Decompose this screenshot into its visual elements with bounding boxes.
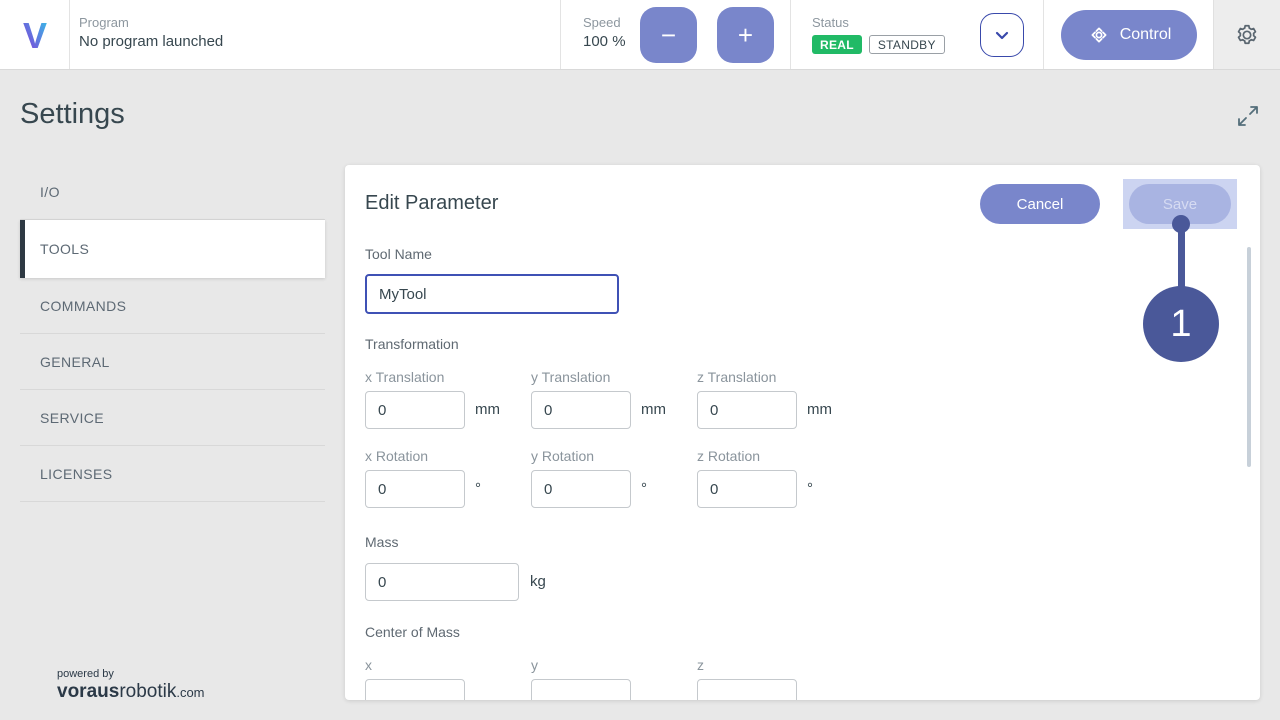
com-z-input[interactable] xyxy=(697,679,797,700)
panel-title: Edit Parameter xyxy=(365,192,498,215)
x-rotation-unit: ° xyxy=(475,480,481,497)
y-translation-label: y Translation xyxy=(531,369,610,385)
y-rotation-label: y Rotation xyxy=(531,448,594,464)
y-rotation-input[interactable] xyxy=(531,470,631,508)
program-status: Program No program launched xyxy=(79,14,223,53)
powered-by-label: powered by xyxy=(57,668,205,681)
x-translation-unit: mm xyxy=(475,401,500,418)
y-translation-unit: mm xyxy=(641,401,666,418)
com-y-label: y xyxy=(531,657,538,673)
fullscreen-toggle-button[interactable] xyxy=(1235,103,1261,129)
chevron-down-icon xyxy=(991,24,1013,46)
status-badge-standby: STANDBY xyxy=(869,35,945,54)
com-z-label: z xyxy=(697,657,704,673)
save-button[interactable]: Save xyxy=(1129,184,1231,224)
settings-gear-button[interactable] xyxy=(1213,0,1280,69)
x-translation-input[interactable] xyxy=(365,391,465,429)
settings-sidebar: I/O TOOLS COMMANDS GENERAL SERVICE LICEN… xyxy=(20,164,325,502)
com-y-input[interactable] xyxy=(531,679,631,700)
sidebar-item-licenses[interactable]: LICENSES xyxy=(20,446,325,502)
program-value: No program launched xyxy=(79,31,223,53)
gear-icon xyxy=(1234,22,1260,48)
program-label: Program xyxy=(79,14,223,31)
status-badge-real: REAL xyxy=(812,35,862,54)
control-button[interactable]: Control xyxy=(1061,10,1197,60)
sidebar-item-service[interactable]: SERVICE xyxy=(20,390,325,446)
edit-parameter-panel: Edit Parameter Cancel Save Tool Name Tra… xyxy=(345,165,1260,700)
sidebar-item-label: GENERAL xyxy=(40,354,110,370)
tool-name-label: Tool Name xyxy=(365,246,432,262)
top-toolbar: V Program No program launched Speed 100 … xyxy=(0,0,1280,70)
sidebar-item-commands[interactable]: COMMANDS xyxy=(20,278,325,334)
toolbar-divider xyxy=(560,0,561,69)
status-expand-button[interactable] xyxy=(980,13,1024,57)
z-rotation-unit: ° xyxy=(807,480,813,497)
mass-label: Mass xyxy=(365,534,398,550)
y-translation-input[interactable] xyxy=(531,391,631,429)
selected-indicator-bar xyxy=(20,220,25,278)
x-translation-label: x Translation xyxy=(365,369,444,385)
brand-name-bold: voraus xyxy=(57,681,119,702)
transformation-label: Transformation xyxy=(365,336,459,352)
sidebar-item-tools[interactable]: TOOLS xyxy=(20,220,325,278)
y-rotation-unit: ° xyxy=(641,480,647,497)
sidebar-item-io[interactable]: I/O xyxy=(20,164,325,220)
app-logo: V xyxy=(0,0,70,69)
sidebar-item-label: COMMANDS xyxy=(40,298,126,314)
powered-by-brand: powered by vorausrobotik.com xyxy=(57,668,205,703)
voraus-logo-icon: V xyxy=(15,15,55,55)
brand-name-regular: robotik xyxy=(119,681,176,702)
z-translation-label: z Translation xyxy=(697,369,776,385)
svg-text:V: V xyxy=(22,15,46,55)
com-x-input[interactable] xyxy=(365,679,465,700)
cancel-button[interactable]: Cancel xyxy=(980,184,1100,224)
mass-input[interactable] xyxy=(365,563,519,601)
move-control-icon xyxy=(1087,23,1111,47)
speed-increase-button[interactable]: + xyxy=(717,7,774,63)
sidebar-item-label: SERVICE xyxy=(40,410,104,426)
page-title: Settings xyxy=(20,98,125,131)
panel-scrollbar[interactable] xyxy=(1247,247,1251,467)
speed-decrease-button[interactable]: − xyxy=(640,7,697,63)
sidebar-item-general[interactable]: GENERAL xyxy=(20,334,325,390)
speed-label: Speed xyxy=(583,14,626,31)
robot-status: Status REAL STANDBY xyxy=(812,14,945,54)
brand-suffix: .com xyxy=(176,685,204,700)
status-label: Status xyxy=(812,14,945,31)
x-rotation-input[interactable] xyxy=(365,470,465,508)
mass-unit: kg xyxy=(530,573,546,590)
sidebar-item-label: LICENSES xyxy=(40,466,112,482)
expand-icon xyxy=(1235,103,1261,129)
center-of-mass-label: Center of Mass xyxy=(365,624,460,640)
control-button-label: Control xyxy=(1120,26,1172,44)
z-rotation-label: z Rotation xyxy=(697,448,760,464)
x-rotation-label: x Rotation xyxy=(365,448,428,464)
z-rotation-input[interactable] xyxy=(697,470,797,508)
speed-value: 100 % xyxy=(583,31,626,53)
com-x-label: x xyxy=(365,657,372,673)
toolbar-divider xyxy=(1043,0,1044,69)
speed-status: Speed 100 % xyxy=(583,14,626,53)
save-button-highlight: Save xyxy=(1123,179,1237,229)
sidebar-item-label: I/O xyxy=(40,184,60,200)
sidebar-item-label: TOOLS xyxy=(40,241,89,257)
z-translation-unit: mm xyxy=(807,401,832,418)
tool-name-input[interactable] xyxy=(365,274,619,314)
z-translation-input[interactable] xyxy=(697,391,797,429)
toolbar-divider xyxy=(790,0,791,69)
